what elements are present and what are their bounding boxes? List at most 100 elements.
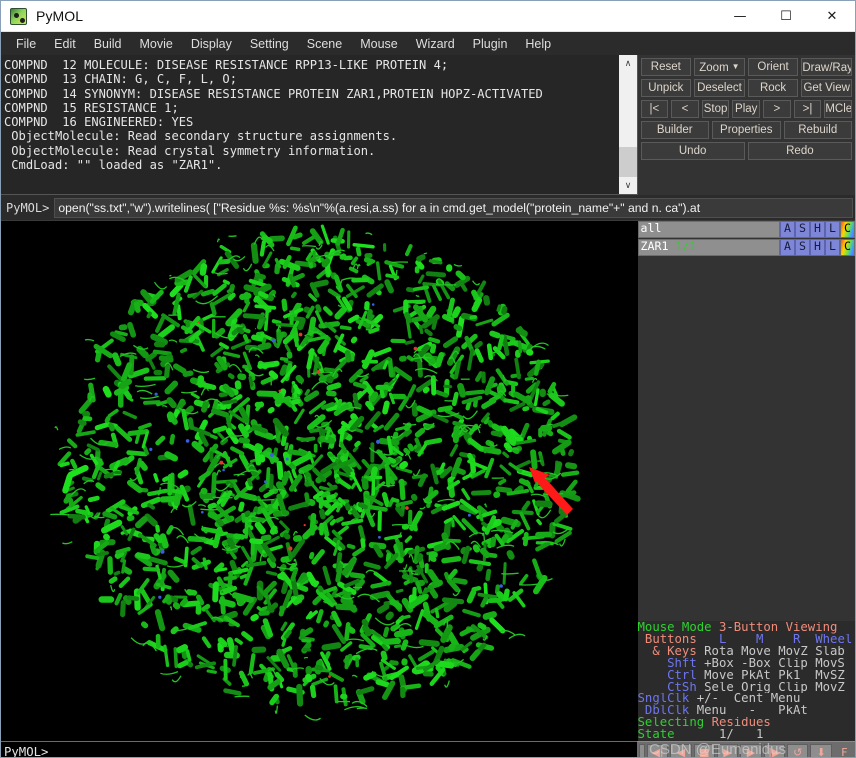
movie-frame-label: F <box>833 743 855 757</box>
button-[interactable]: > <box>763 100 791 118</box>
button-label: Redo <box>786 145 814 157</box>
object-toggle-s[interactable]: S <box>795 239 810 256</box>
menu-item-plugin[interactable]: Plugin <box>464 34 517 54</box>
mouse-mode-line[interactable]: Shft +Box -Box Clip MovS <box>638 658 855 670</box>
mouse-mode-segment: 3-Button Viewing <box>718 622 838 634</box>
mouse-mode-segment <box>763 634 793 646</box>
mouse-mode-segment: Residues <box>711 717 771 730</box>
button-reset[interactable]: Reset <box>640 58 692 76</box>
button-redo[interactable]: Redo <box>747 142 852 160</box>
button-play[interactable]: Play <box>732 100 761 118</box>
button-rock[interactable]: Rock <box>747 79 799 97</box>
log-scrollbar[interactable]: ∧ ∨ <box>618 55 637 194</box>
movie-button-5[interactable]: |▶ <box>763 743 786 757</box>
mouse-mode-line[interactable]: DblClk Menu - PkAt <box>638 705 855 717</box>
menu-item-display[interactable]: Display <box>182 34 241 54</box>
object-name-text: ZAR1 <box>640 239 669 253</box>
3d-viewport[interactable]: For Educational Use Only <box>1 221 638 741</box>
button-[interactable]: < <box>671 100 699 118</box>
object-toggle-s[interactable]: S <box>795 221 810 238</box>
menu-item-scene[interactable]: Scene <box>298 34 351 54</box>
mouse-mode-line[interactable]: Selecting Residues <box>638 717 855 729</box>
button-rebuild[interactable]: Rebuild <box>783 121 852 139</box>
button-builder[interactable]: Builder <box>640 121 709 139</box>
menu-item-edit[interactable]: Edit <box>45 34 85 54</box>
control-button-row: Undo Redo <box>640 142 852 160</box>
mouse-mode-line[interactable]: SnglClk +/- Cent Menu <box>638 693 855 705</box>
control-button-row: Unpick Deselect Rock Get View <box>640 79 852 97</box>
object-list-empty-space <box>637 257 855 622</box>
movie-button-3[interactable]: ▶ <box>716 743 739 757</box>
button-orient[interactable]: Orient <box>747 58 799 76</box>
close-button[interactable]: ✕ <box>809 1 855 32</box>
button-label: Draw/Ray <box>802 62 852 74</box>
menu-item-build[interactable]: Build <box>85 34 131 54</box>
mouse-mode-segment: Menu - PkAt <box>696 705 808 718</box>
mouse-mode-line[interactable]: Buttons L M R Wheel <box>638 634 855 646</box>
movie-button-0[interactable]: ◀| <box>646 743 669 757</box>
menu-item-mouse[interactable]: Mouse <box>351 34 407 54</box>
object-row[interactable]: all A S H L C <box>637 221 855 238</box>
mouse-mode-line[interactable]: Mouse Mode 3-Button Viewing <box>638 622 855 634</box>
command-input[interactable]: open("ss.txt","w").writelines( ["Residue… <box>54 197 853 218</box>
mouse-mode-line[interactable]: Ctrl Move PkAt Pk1 MvSZ <box>638 670 855 682</box>
menu-item-file[interactable]: File <box>7 34 45 54</box>
maximize-button[interactable]: ☐ <box>763 1 809 32</box>
object-toggle-h[interactable]: H <box>810 239 825 256</box>
movie-button-7[interactable]: ⬇ <box>810 743 832 757</box>
button-label: Undo <box>678 145 707 157</box>
button-[interactable]: |< <box>640 100 669 118</box>
button-[interactable]: >| <box>793 100 822 118</box>
mouse-mode-segment: Sele Orig Clip MovZ <box>704 681 845 694</box>
mouse-mode-line[interactable]: & Keys Rota Move MovZ Slab <box>638 646 855 658</box>
control-button-row: |< < Stop Play > >| MClear <box>640 100 853 118</box>
button-label: Builder <box>656 124 693 136</box>
menu-item-help[interactable]: Help <box>516 34 560 54</box>
button-zoom[interactable]: Zoom ▼ <box>694 58 745 76</box>
button-undo[interactable]: Undo <box>640 142 745 160</box>
object-toggle-c[interactable]: C <box>840 221 855 238</box>
mouse-mode-line[interactable]: State 1/ 1 <box>638 729 855 741</box>
menu-bar: File Edit Build Movie Display Setting Scene Mou… <box>1 32 855 55</box>
movie-button-1[interactable]: ◀ <box>670 743 692 757</box>
object-toggle-l[interactable]: L <box>825 239 840 256</box>
object-toggle-c[interactable]: C <box>840 239 855 256</box>
menu-item-wizard[interactable]: Wizard <box>407 34 464 54</box>
button-stop[interactable]: Stop <box>701 100 730 118</box>
object-row[interactable]: ZAR1 1/1 A S H L C <box>637 239 855 256</box>
control-button-row: Builder Properties Rebuild <box>640 121 852 139</box>
scrollbar-thumb[interactable] <box>619 147 637 177</box>
mouse-mode-line[interactable]: CtSh Sele Orig Clip MovZ <box>638 682 855 694</box>
right-side-column: all A S H L C ZAR1 1/1 A S H L C Mouse Mode 3-Butto… <box>637 221 855 741</box>
object-toggle-l[interactable]: L <box>825 221 840 238</box>
object-list: all A S H L C ZAR1 1/1 A S H L C <box>637 221 855 257</box>
movie-button-4[interactable]: ▶ <box>740 743 762 757</box>
object-toggle-h[interactable]: H <box>810 221 825 238</box>
scrollbar-track[interactable] <box>619 72 637 177</box>
button-deselect[interactable]: Deselect <box>694 79 745 97</box>
status-prompt[interactable]: PyMOL>_ <box>1 741 637 757</box>
object-toggle-a[interactable]: A <box>780 221 795 238</box>
button-label: Properties <box>720 124 773 136</box>
mouse-mode-segment: +/- Cent Menu <box>696 693 801 706</box>
object-name[interactable]: ZAR1 1/1 <box>637 239 780 256</box>
button-properties[interactable]: Properties <box>712 121 781 139</box>
button-label: Stop <box>703 103 728 115</box>
button-get-view[interactable]: Get View <box>801 79 852 97</box>
button-unpick[interactable]: Unpick <box>640 79 692 97</box>
movie-button-6[interactable]: ↺ <box>787 743 809 757</box>
button-label: Rebuild <box>798 124 838 136</box>
object-toggle-a[interactable]: A <box>780 239 795 256</box>
menu-item-setting[interactable]: Setting <box>241 34 298 54</box>
scroll-down-icon[interactable]: ∨ <box>619 177 637 194</box>
scroll-up-icon[interactable]: ∧ <box>619 55 637 72</box>
button-draw-ray[interactable]: Draw/Ray▼ <box>801 58 852 76</box>
menu-item-movie[interactable]: Movie <box>131 34 182 54</box>
button-mclear[interactable]: MClear <box>824 100 852 118</box>
movie-button-2[interactable]: ■ <box>693 743 715 757</box>
object-name[interactable]: all <box>637 221 780 238</box>
mouse-mode-segment <box>726 634 756 646</box>
log-line: COMPND 16 ENGINEERED: YES <box>4 115 194 130</box>
minimize-button[interactable]: — <box>717 1 763 32</box>
mouse-mode-legend[interactable]: Mouse Mode 3-Button Viewing Buttons L M … <box>637 621 855 741</box>
